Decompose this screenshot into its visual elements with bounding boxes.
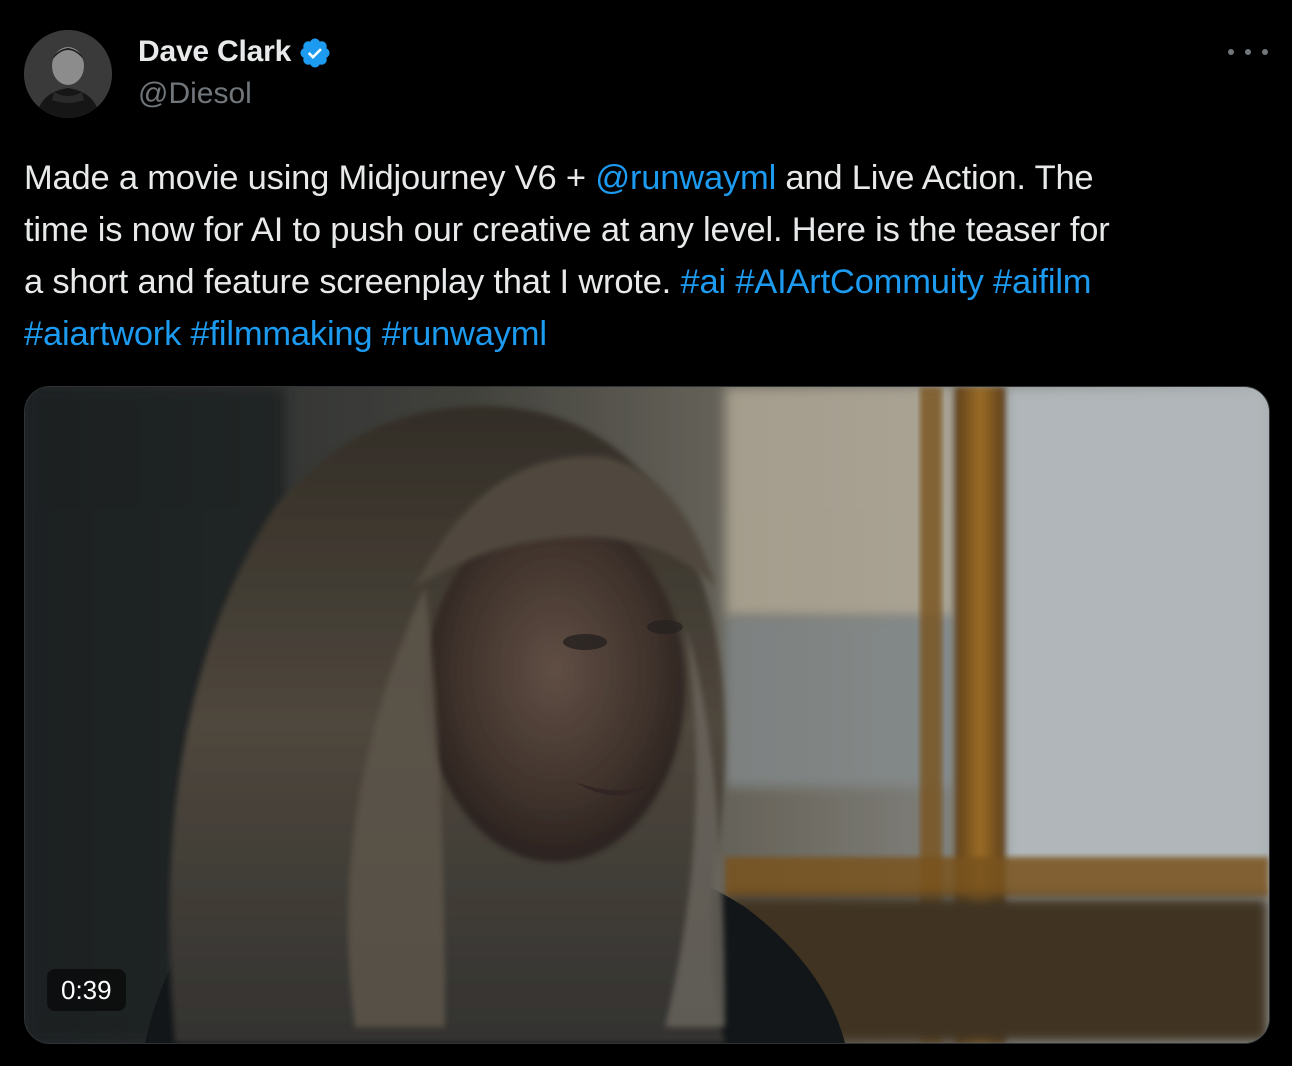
tweet-text-line: time is now for AI to push our creative … <box>24 211 1110 249</box>
hashtag-link[interactable]: #aifilm <box>993 263 1091 301</box>
tweet-text-line: Made a movie using Midjourney V6 + @runw… <box>24 152 1274 204</box>
tweet-card: Dave Clark @Diesol Made a movie using Mi… <box>0 0 1292 1066</box>
more-dot <box>1228 49 1234 55</box>
mention-link[interactable]: @runwayml <box>595 159 776 197</box>
hashtag-link[interactable]: #runwayml <box>382 315 547 353</box>
video-player[interactable]: 0:39 <box>24 386 1270 1044</box>
avatar-image <box>24 30 112 118</box>
hashtag-link[interactable]: #aiartwork <box>24 315 181 353</box>
tweet-text-segment: and Live Action. The <box>776 159 1094 197</box>
tweet-text-line: #aiartwork #filmmaking #runwayml <box>24 308 1274 360</box>
tweet-text-segment: a short and feature screenplay that I wr… <box>24 263 681 301</box>
more-dot <box>1262 49 1268 55</box>
video-thumbnail <box>25 387 1269 1043</box>
author-avatar[interactable] <box>24 30 112 118</box>
tweet-text: Made a movie using Midjourney V6 + @runw… <box>24 152 1274 360</box>
author-name-row: Dave Clark <box>138 33 332 71</box>
author-display-name[interactable]: Dave Clark <box>138 35 291 69</box>
more-dot <box>1245 49 1251 55</box>
video-duration-badge: 0:39 <box>47 969 126 1011</box>
more-horizontal-icon[interactable] <box>1228 40 1268 64</box>
hashtag-link[interactable]: #filmmaking <box>191 315 373 353</box>
tweet-text-line: a short and feature screenplay that I wr… <box>24 256 1274 308</box>
hashtag-link[interactable]: #AIArtCommuity <box>735 263 984 301</box>
verified-badge-icon <box>300 37 330 68</box>
author-handle[interactable]: @Diesol <box>138 77 252 111</box>
tweet-text-segment: Made a movie using Midjourney V6 + <box>24 159 596 197</box>
hashtag-link[interactable]: #ai <box>680 263 726 301</box>
